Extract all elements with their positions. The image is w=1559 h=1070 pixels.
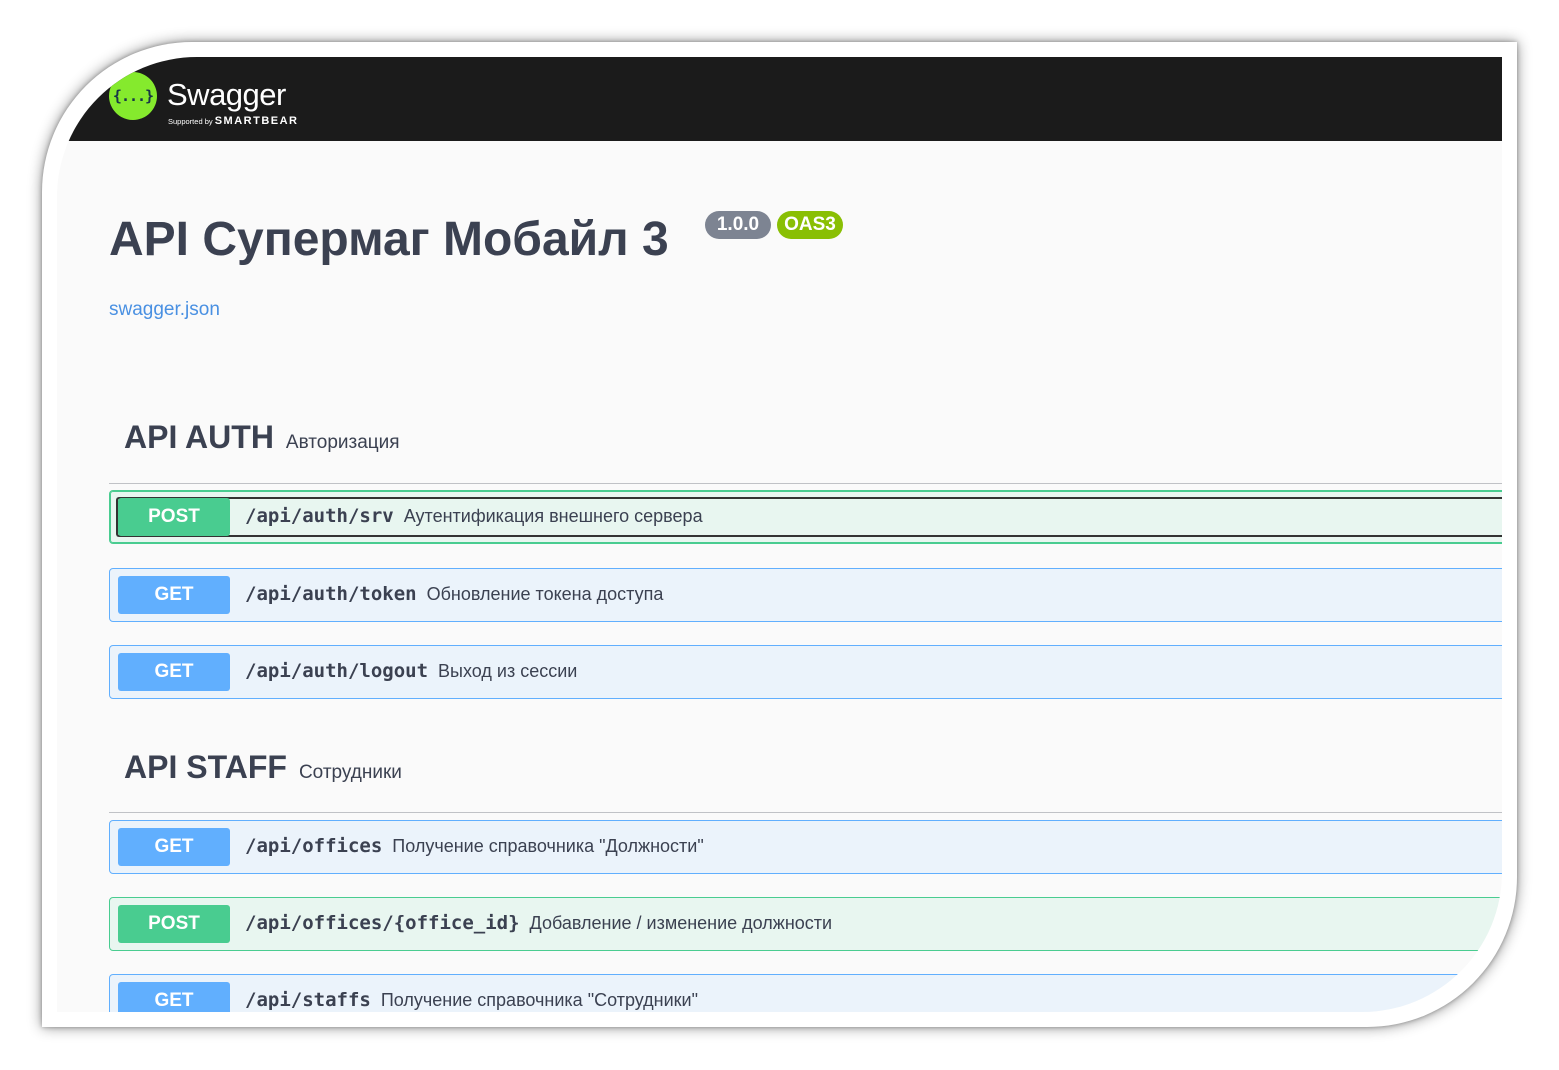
swagger-page: {...} Swagger Supported by SMARTBEAR API…: [57, 57, 1502, 1012]
method-badge: GET: [118, 653, 230, 691]
path-text: /api/offices: [245, 835, 383, 857]
section-description: Авторизация: [285, 432, 400, 453]
section-header-auth[interactable]: API AUTH Авторизация: [124, 419, 400, 456]
section-description: Сотрудники: [298, 762, 402, 783]
swagger-logo-icon[interactable]: {...}: [109, 72, 157, 120]
path-text: /api/staffs: [245, 989, 371, 1011]
version-badge: 1.0.0: [705, 211, 771, 239]
section-name: API STAFF: [124, 749, 287, 785]
operation-summary: Получение справочника "Должности": [392, 836, 704, 856]
operation-summary: Получение справочника "Сотрудники": [380, 990, 698, 1010]
operation-summary: Добавление / изменение должности: [529, 913, 833, 933]
operation-post-office[interactable]: POST /api/offices/{office_id} Добавление …: [109, 897, 1502, 951]
operation-path: /api/staffs Получение справочника "Сотруд…: [245, 989, 698, 1011]
section-divider: [109, 812, 1502, 813]
method-badge: GET: [118, 576, 230, 614]
operation-get-auth-logout[interactable]: GET /api/auth/logout Выход из сессии: [109, 645, 1502, 699]
operation-summary: Аутентификация внешнего сервера: [403, 506, 703, 526]
operation-summary: Выход из сессии: [438, 661, 578, 681]
supported-by-text: Supported by: [168, 117, 213, 126]
operation-path: /api/auth/srv Аутентификация внешнего сер…: [245, 505, 703, 527]
method-badge: POST: [118, 905, 230, 943]
logo-title[interactable]: Swagger: [167, 77, 286, 113]
operation-get-offices[interactable]: GET /api/offices Получение справочника "Д…: [109, 820, 1502, 874]
topbar: {...} Swagger Supported by SMARTBEAR: [57, 57, 1502, 141]
method-badge: GET: [118, 828, 230, 866]
page-title: API Супермаг Мобайл 3: [109, 213, 669, 266]
oas-badge: OAS3: [777, 211, 843, 239]
operation-get-staffs[interactable]: GET /api/staffs Получение справочника "Со…: [109, 974, 1502, 1012]
operation-path: /api/auth/logout Выход из сессии: [245, 660, 577, 682]
section-name: API AUTH: [124, 419, 274, 455]
spec-link[interactable]: swagger.json: [109, 299, 220, 321]
method-badge: GET: [118, 982, 230, 1012]
path-text: /api/auth/logout: [245, 660, 429, 682]
operation-path: /api/offices Получение справочника "Должн…: [245, 835, 704, 857]
section-divider: [109, 483, 1502, 484]
operation-summary: Обновление токена доступа: [426, 584, 664, 604]
logo-subtitle: Supported by SMARTBEAR: [168, 115, 299, 127]
operation-path: /api/offices/{office_id} Добавление / изм…: [245, 912, 832, 934]
operation-post-auth-srv[interactable]: POST /api/auth/srv Аутентификация внешнег…: [109, 490, 1502, 544]
screenshot-frame: {...} Swagger Supported by SMARTBEAR API…: [42, 42, 1517, 1027]
section-header-staff[interactable]: API STAFF Сотрудники: [124, 749, 402, 786]
path-text: /api/offices/{office_id}: [245, 912, 520, 934]
path-text: /api/auth/srv: [245, 505, 394, 527]
operation-path: /api/auth/token Обновление токена доступа: [245, 583, 663, 605]
operation-get-auth-token[interactable]: GET /api/auth/token Обновление токена дос…: [109, 568, 1502, 622]
method-badge: POST: [118, 498, 230, 536]
path-text: /api/auth/token: [245, 583, 417, 605]
brand-name: SMARTBEAR: [214, 115, 299, 127]
